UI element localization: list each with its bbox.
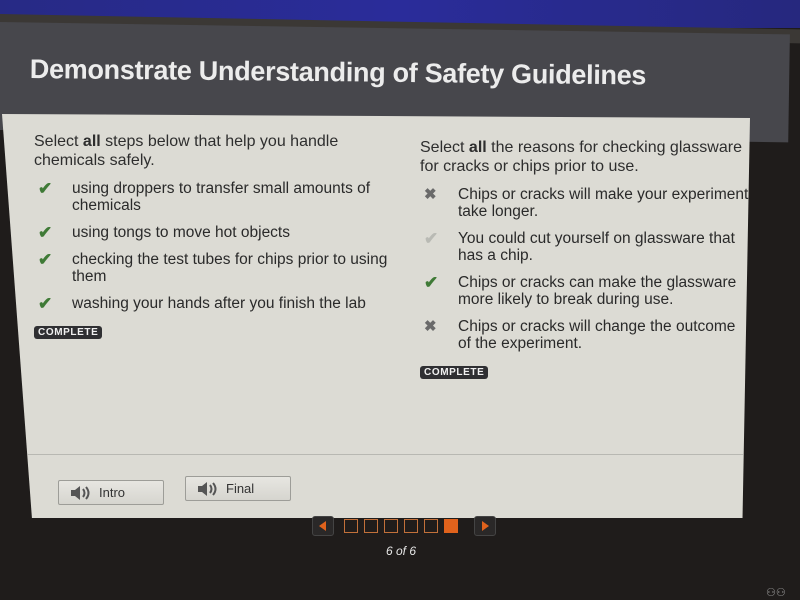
arrow-right-icon xyxy=(482,521,489,531)
answer-option[interactable]: ✖ Chips or cracks will make your experime… xyxy=(420,186,750,220)
check-icon: ✔ xyxy=(38,179,53,198)
option-text: using tongs to move hot objects xyxy=(72,224,290,241)
prompt-emphasis: all xyxy=(82,133,101,150)
people-icon: ⚇⚇ xyxy=(766,587,786,599)
slide-content: Select all steps below that help you han… xyxy=(2,114,750,518)
answer-option[interactable]: ✔ Chips or cracks can make the glassware … xyxy=(420,274,750,308)
page-indicator-2[interactable] xyxy=(364,519,378,533)
speaker-icon xyxy=(71,485,90,500)
answer-option[interactable]: ✔ using tongs to move hot objects xyxy=(34,224,394,241)
answer-options: ✔ using droppers to transfer small amount… xyxy=(34,180,394,312)
question-prompt: Select all steps below that help you han… xyxy=(34,132,394,170)
page-indicator-4[interactable] xyxy=(404,519,418,533)
page-count: 6 of 6 xyxy=(386,544,417,558)
prompt-text: Select xyxy=(34,133,83,150)
page-indicator-3[interactable] xyxy=(384,519,398,533)
right-question: Select all the reasons for checking glas… xyxy=(420,138,750,380)
page-indicator-1[interactable] xyxy=(344,519,358,533)
arrow-left-icon xyxy=(319,521,326,531)
page-title: Demonstrate Understanding of Safety Guid… xyxy=(29,54,647,91)
answer-option[interactable]: ✔ checking the test tubes for chips prior… xyxy=(34,251,394,285)
check-icon: ✔ xyxy=(424,273,439,292)
answer-options: ✖ Chips or cracks will make your experime… xyxy=(420,186,750,352)
previous-button[interactable] xyxy=(312,516,334,536)
question-prompt: Select all the reasons for checking glas… xyxy=(420,138,750,176)
page-indicators xyxy=(344,519,464,533)
option-text: Chips or cracks will make your experimen… xyxy=(458,186,749,220)
answer-option[interactable]: ✔ You could cut yourself on glassware tha… xyxy=(420,230,750,264)
x-icon: ✖ xyxy=(424,318,437,335)
next-button[interactable] xyxy=(474,516,496,536)
option-text: using droppers to transfer small amounts… xyxy=(72,180,371,214)
check-icon: ✔ xyxy=(38,294,53,313)
prompt-emphasis: all xyxy=(468,139,487,156)
slide-navigation xyxy=(312,516,496,536)
answer-option[interactable]: ✔ using droppers to transfer small amount… xyxy=(34,180,394,214)
check-icon: ✔ xyxy=(38,250,53,269)
prompt-text: Select xyxy=(420,139,469,156)
option-text: checking the test tubes for chips prior … xyxy=(72,251,388,285)
x-icon: ✖ xyxy=(424,186,437,203)
answer-option[interactable]: ✖ Chips or cracks will change the outcome… xyxy=(420,318,750,352)
option-text: washing your hands after you finish the … xyxy=(72,295,366,312)
option-text: Chips or cracks will change the outcome … xyxy=(458,318,736,352)
option-text: Chips or cracks can make the glassware m… xyxy=(458,274,737,308)
check-icon: ✔ xyxy=(424,229,439,248)
answer-option[interactable]: ✔ washing your hands after you finish the… xyxy=(34,295,394,312)
page-indicator-5[interactable] xyxy=(424,519,438,533)
page-indicator-6[interactable] xyxy=(444,519,458,533)
intro-label: Intro xyxy=(99,485,126,500)
left-question: Select all steps below that help you han… xyxy=(34,132,394,340)
final-label: Final xyxy=(226,481,255,496)
status-badge: COMPLETE xyxy=(420,366,489,379)
status-badge: COMPLETE xyxy=(34,326,103,339)
option-text: You could cut yourself on glassware that… xyxy=(458,230,735,264)
check-icon: ✔ xyxy=(38,223,53,242)
footer-divider xyxy=(2,454,750,455)
speaker-icon xyxy=(198,481,217,496)
final-audio-button[interactable]: Final xyxy=(185,476,291,501)
intro-audio-button[interactable]: Intro xyxy=(58,480,164,505)
